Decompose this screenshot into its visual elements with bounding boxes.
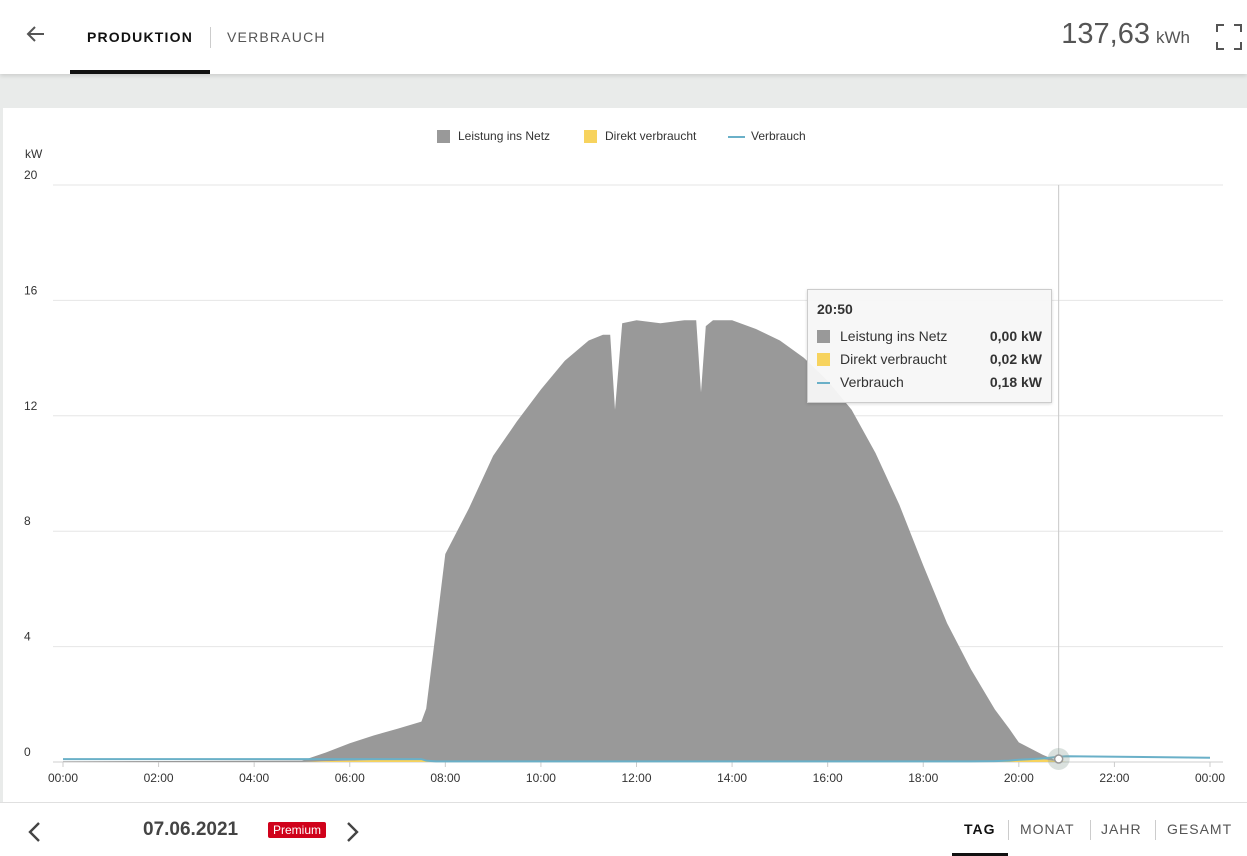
tooltip-row-grid-feed: Leistung ins Netz 0,00 kW — [817, 327, 1042, 345]
y-tick-label: 12 — [24, 399, 38, 413]
x-tick-label: 16:00 — [813, 771, 843, 785]
y-tick-label: 16 — [24, 283, 38, 297]
tooltip-swatch — [817, 353, 830, 366]
y-tick-label: 8 — [24, 514, 31, 528]
x-tick-label: 12:00 — [621, 771, 651, 785]
x-tick-label: 10:00 — [526, 771, 556, 785]
x-tick-label: 02:00 — [144, 771, 174, 785]
x-tick-label: 20:00 — [1004, 771, 1034, 785]
tooltip-value: 0,00 kW — [989, 328, 1042, 344]
x-tick-label: 00:00 — [1195, 771, 1225, 785]
production-chart[interactable]: kW 0 4 8 12 16 20 00:00 02:00 04:00 06:00 08:00 10:0… — [0, 0, 1247, 855]
x-tick-label: 06:00 — [335, 771, 365, 785]
hover-marker — [1053, 754, 1064, 764]
tooltip-value: 0,18 kW — [989, 374, 1042, 390]
y-tick-label: 20 — [24, 168, 38, 182]
x-tick-label: 08:00 — [430, 771, 460, 785]
chart-tooltip: 20:50 Leistung ins Netz 0,00 kW Direkt v… — [807, 289, 1052, 403]
y-axis-unit-label: kW — [25, 147, 43, 161]
tooltip-label: Leistung ins Netz — [840, 328, 948, 344]
tooltip-row-consumption: Verbrauch 0,18 kW — [817, 373, 1042, 391]
tooltip-row-direct-use: Direkt verbraucht 0,02 kW — [817, 350, 1042, 368]
tooltip-time: 20:50 — [817, 301, 853, 317]
y-tick-label: 4 — [24, 630, 31, 644]
x-tick-label: 00:00 — [48, 771, 78, 785]
tooltip-label: Verbrauch — [840, 374, 904, 390]
x-tick-label: 22:00 — [1099, 771, 1129, 785]
y-tick-label: 0 — [24, 745, 31, 759]
tooltip-swatch — [817, 330, 830, 343]
x-tick-label: 18:00 — [908, 771, 938, 785]
x-tick-label: 14:00 — [717, 771, 747, 785]
tooltip-line-swatch — [817, 382, 830, 384]
tooltip-value: 0,02 kW — [989, 351, 1042, 367]
tooltip-label: Direkt verbraucht — [840, 351, 947, 367]
x-tick-label: 04:00 — [239, 771, 269, 785]
